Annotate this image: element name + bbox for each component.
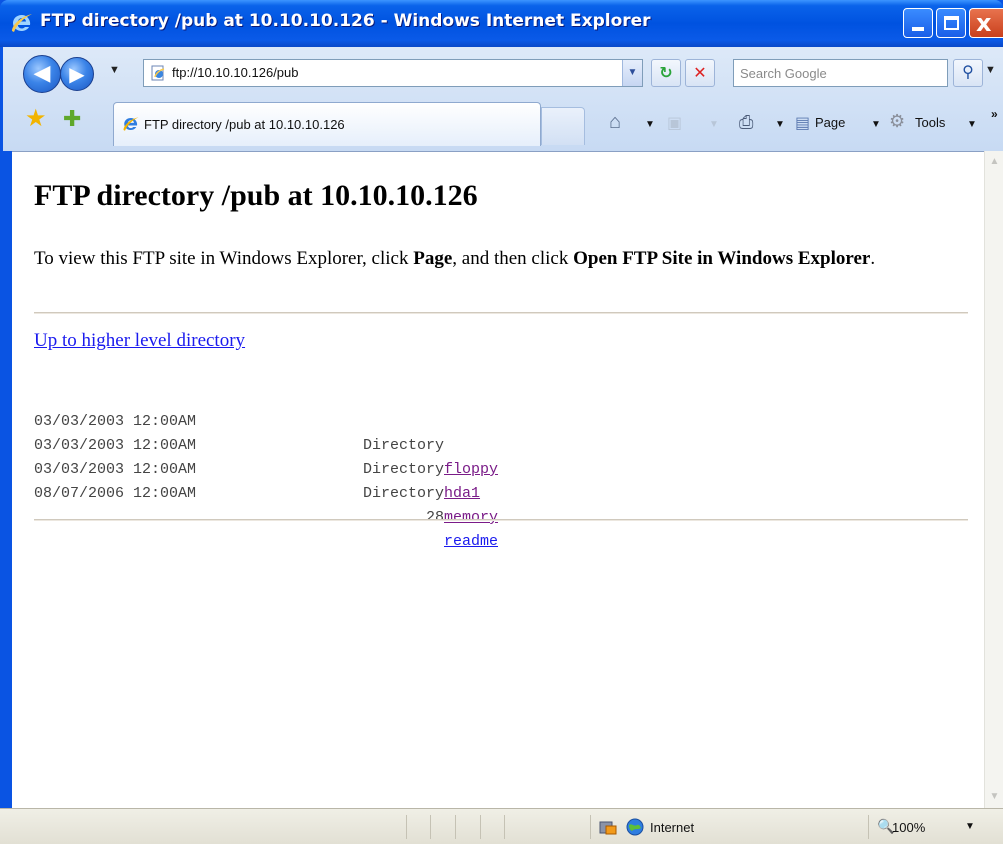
close-icon: x [976, 9, 992, 37]
ie-logo-icon [12, 14, 32, 32]
stop-icon: ✕ [693, 63, 707, 82]
up-directory-link[interactable]: Up to higher level directory [34, 330, 245, 352]
tools-menu-button[interactable]: Tools [915, 115, 945, 130]
new-tab-button[interactable] [541, 107, 585, 145]
address-dropdown[interactable]: ▼ [622, 60, 642, 86]
window-title: FTP directory /pub at 10.10.10.126 - Win… [40, 11, 651, 31]
title-bar: FTP directory /pub at 10.10.10.126 - Win… [0, 0, 1003, 47]
page-title: FTP directory /pub at 10.10.10.126 [34, 179, 478, 212]
minimize-icon [912, 27, 924, 31]
divider [34, 312, 968, 314]
recent-pages-dropdown[interactable]: ▼ [109, 64, 120, 76]
tools-gear-icon[interactable]: ⚙ [889, 111, 905, 132]
entry-link-hda1[interactable]: hda1 [444, 482, 480, 506]
page-emphasis: Page [413, 248, 453, 269]
globe-icon [626, 818, 644, 836]
status-divider [868, 815, 869, 839]
refresh-icon: ↻ [659, 63, 673, 82]
instructions-text: To view this FTP site in Windows Explore… [34, 248, 876, 269]
search-button[interactable]: ⚲ [953, 59, 983, 87]
entry-kind: Directory [362, 485, 444, 502]
entry-size: 28 [425, 509, 444, 526]
list-item: 03/03/2003 12:00AM Directory memory [34, 434, 498, 526]
entry-date: 08/07/2006 12:00AM [34, 485, 197, 502]
status-divider [590, 815, 591, 839]
back-button[interactable]: ◀ [23, 55, 61, 93]
favorites-star-icon[interactable]: ★ [25, 107, 47, 131]
search-placeholder: Search Google [740, 66, 827, 81]
zoom-dropdown[interactable]: ▼ [965, 821, 975, 832]
status-divider [406, 815, 407, 839]
tools-menu-dropdown[interactable]: ▼ [967, 119, 977, 130]
entry-link-memory[interactable]: memory [444, 506, 498, 530]
search-options-dropdown[interactable]: ▼ [985, 64, 996, 76]
add-favorites-icon[interactable]: ✚ [63, 107, 81, 131]
ie-logo-icon [123, 117, 139, 131]
vertical-scrollbar[interactable]: ▲ ▼ [984, 151, 1003, 808]
status-divider [504, 815, 505, 839]
browser-window: FTP directory /pub at 10.10.10.126 - Win… [0, 0, 1003, 844]
lock-icon [599, 821, 617, 835]
status-divider [455, 815, 456, 839]
home-icon[interactable]: ⌂ [609, 111, 621, 134]
security-zone: Internet [650, 820, 695, 835]
feeds-dropdown: ▼ [709, 119, 719, 130]
list-item: 08/07/2006 12:00AM 28 readme [34, 458, 498, 550]
page-content: FTP directory /pub at 10.10.10.126 To vi… [12, 151, 984, 808]
home-dropdown[interactable]: ▼ [645, 119, 655, 130]
more-commands-button[interactable]: » [991, 107, 998, 121]
back-icon: ◀ [33, 61, 51, 86]
scroll-up-icon[interactable]: ▲ [986, 153, 1003, 171]
divider [34, 519, 968, 521]
tab-ftp-directory[interactable]: FTP directory /pub at 10.10.10.126 [113, 102, 541, 146]
status-bar: Internet 🔍 100% ▼ [0, 808, 1003, 844]
page-menu-dropdown[interactable]: ▼ [871, 119, 881, 130]
tab-label: FTP directory /pub at 10.10.10.126 [144, 117, 345, 132]
refresh-button[interactable]: ↻ [651, 59, 681, 87]
close-button[interactable]: x [969, 8, 1003, 38]
entry-link-readme[interactable]: readme [444, 530, 498, 554]
list-item: 03/03/2003 12:00AM Directory hda1 [34, 410, 480, 502]
address-bar[interactable]: ftp://10.10.10.126/pub ▼ [143, 59, 643, 87]
page-menu-button[interactable]: Page [815, 115, 845, 130]
stop-button[interactable]: ✕ [685, 59, 715, 87]
entry-kind: Directory [362, 437, 444, 454]
entry-link-floppy[interactable]: floppy [444, 458, 498, 482]
print-icon[interactable]: ⎙ [739, 112, 753, 133]
forward-button[interactable]: ▶ [60, 57, 94, 91]
status-divider [480, 815, 481, 839]
maximize-button[interactable] [936, 8, 966, 38]
browser-toolbar: ◀ ▶ ▼ ftp://10.10.10.126/pub ▼ ↻ ✕ Searc… [3, 47, 1003, 151]
directory-listing: 03/03/2003 12:00AM Directory floppy 03/0… [34, 386, 498, 550]
forward-icon: ▶ [69, 62, 85, 86]
search-input[interactable]: Search Google [733, 59, 948, 87]
page-icon [151, 65, 165, 81]
minimize-button[interactable] [903, 8, 933, 38]
list-item: 03/03/2003 12:00AM Directory floppy [34, 386, 498, 478]
status-divider [430, 815, 431, 839]
feeds-icon: ▣ [667, 115, 683, 132]
scroll-down-icon[interactable]: ▼ [986, 788, 1003, 806]
search-icon: ⚲ [962, 64, 974, 81]
zoom-level[interactable]: 100% [892, 820, 925, 835]
entry-kind: Directory [362, 461, 444, 478]
page-menu-icon[interactable]: ▤ [795, 113, 810, 133]
open-ftp-emphasis: Open FTP Site in Windows Explorer [573, 248, 871, 269]
address-text: ftp://10.10.10.126/pub [172, 65, 299, 80]
maximize-icon [944, 16, 959, 30]
print-dropdown[interactable]: ▼ [775, 119, 785, 130]
